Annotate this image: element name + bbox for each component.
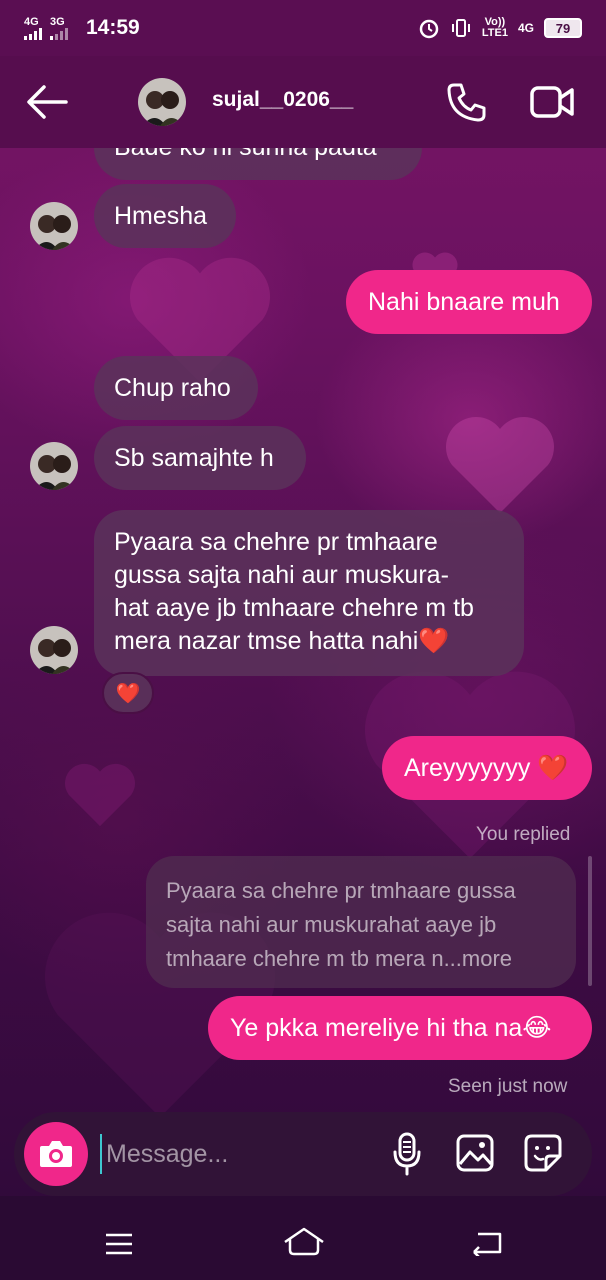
chat-header: sujal__0206__ (0, 56, 606, 148)
message-bubble-incoming[interactable]: Chup raho (94, 356, 258, 420)
network-4g: 4G (24, 15, 42, 40)
video-camera-icon[interactable] (530, 84, 574, 120)
vibrate-icon (451, 19, 470, 37)
message-composer (14, 1112, 592, 1196)
message-text: Hmesha (114, 201, 208, 230)
message-text: Chup raho (114, 373, 231, 402)
menu-icon[interactable] (104, 1232, 134, 1256)
heart-decoration (446, 417, 554, 513)
message-bubble-incoming[interactable]: Sb samajhte h (94, 426, 306, 490)
camera-icon (40, 1141, 72, 1167)
sticker-icon[interactable] (524, 1134, 562, 1172)
microphone-icon[interactable] (392, 1132, 422, 1176)
message-line: gussa sajta nahi aur muskura- (114, 561, 449, 589)
message-line: mera nazar tmse hatta nahi❤️ (114, 627, 450, 655)
volte-bottom: LTE1 (481, 27, 508, 39)
volte-indicator: Vo)) LTE1 (482, 17, 508, 39)
message-line: hat aaye jb tmhaare chehre m tb (114, 594, 474, 622)
contact-avatar[interactable] (30, 626, 78, 674)
network-label: 4G (24, 15, 39, 28)
message-bubble-incoming[interactable]: Hmesha (94, 184, 236, 248)
seen-status: Seen just now (448, 1076, 568, 1097)
message-bubble-outgoing[interactable]: Ye pkka mereliye hi tha na😂 (208, 996, 592, 1060)
status-bar: 4G 3G 14:59 Vo)) LTE1 4G 79 (0, 0, 606, 56)
arrow-left-icon[interactable] (26, 84, 68, 120)
reaction-badge[interactable]: ❤️ (102, 672, 154, 714)
network-label: 3G (50, 15, 65, 28)
reaction-emoji: ❤️ (115, 682, 141, 705)
network-label: 4G (517, 21, 534, 35)
system-nav-bar (0, 1196, 606, 1280)
reply-label: You replied (476, 824, 571, 845)
clock: 14:59 (86, 16, 140, 39)
phone-icon[interactable] (446, 82, 486, 122)
message-text: Nahi bnaare muh (368, 287, 560, 316)
header-avatar[interactable] (138, 78, 186, 126)
chat-screen: Bade ko hi sunna padta Hmesha Nahi bnaar… (0, 0, 606, 1280)
battery-level: 79 (555, 20, 571, 36)
message-bubble-outgoing[interactable]: Areyyyyyyy ❤️ (382, 736, 592, 800)
message-text: Sb samajhte h (114, 443, 274, 472)
message-bubble-incoming[interactable]: Pyaara sa chehre pr tmhaare gussa sajta … (94, 510, 524, 676)
quoted-line: sajta nahi aur muskurahat aaye jb (166, 912, 497, 937)
back-nav-icon[interactable] (470, 1230, 504, 1256)
home-icon[interactable] (282, 1226, 326, 1258)
quoted-message[interactable]: Pyaara sa chehre pr tmhaare gussa sajta … (146, 856, 576, 988)
contact-avatar[interactable] (30, 442, 78, 490)
message-line: Pyaara sa chehre pr tmhaare (114, 528, 438, 556)
contact-avatar[interactable] (30, 202, 78, 250)
message-text: Areyyyyyyy ❤️ (404, 753, 569, 782)
reply-quote-bar (588, 856, 592, 986)
message-text: Ye pkka mereliye hi tha na😂 (230, 1013, 552, 1042)
contact-username[interactable]: sujal__0206__ (212, 88, 353, 112)
quoted-line: tmhaare chehre m tb mera n...more (166, 946, 513, 971)
camera-button[interactable] (24, 1122, 88, 1186)
message-input[interactable] (100, 1134, 370, 1174)
battery-indicator: 79 (544, 18, 582, 38)
image-icon[interactable] (456, 1134, 494, 1172)
message-bubble-outgoing[interactable]: Nahi bnaare muh (346, 270, 592, 334)
alarm-icon (419, 19, 439, 39)
network-3g: 3G (50, 15, 68, 40)
quoted-line: Pyaara sa chehre pr tmhaare gussa (166, 878, 516, 903)
heart-decoration (65, 763, 135, 827)
